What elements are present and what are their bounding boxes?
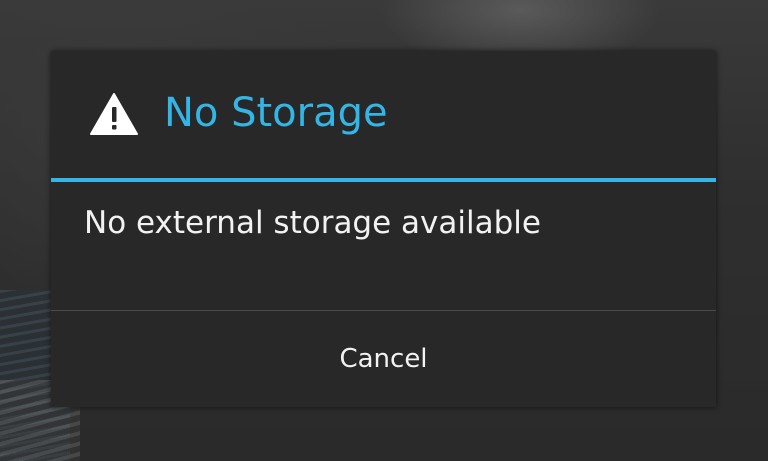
dialog-header: No Storage — [51, 51, 716, 179]
cancel-button[interactable]: Cancel — [51, 311, 716, 407]
title-divider — [51, 178, 716, 182]
dialog-message: No external storage available — [84, 205, 541, 241]
alert-dialog: No Storage No external storage available… — [51, 51, 716, 407]
cancel-button-label: Cancel — [339, 344, 428, 374]
alert-triangle-icon — [90, 93, 138, 135]
dialog-title: No Storage — [164, 90, 388, 136]
